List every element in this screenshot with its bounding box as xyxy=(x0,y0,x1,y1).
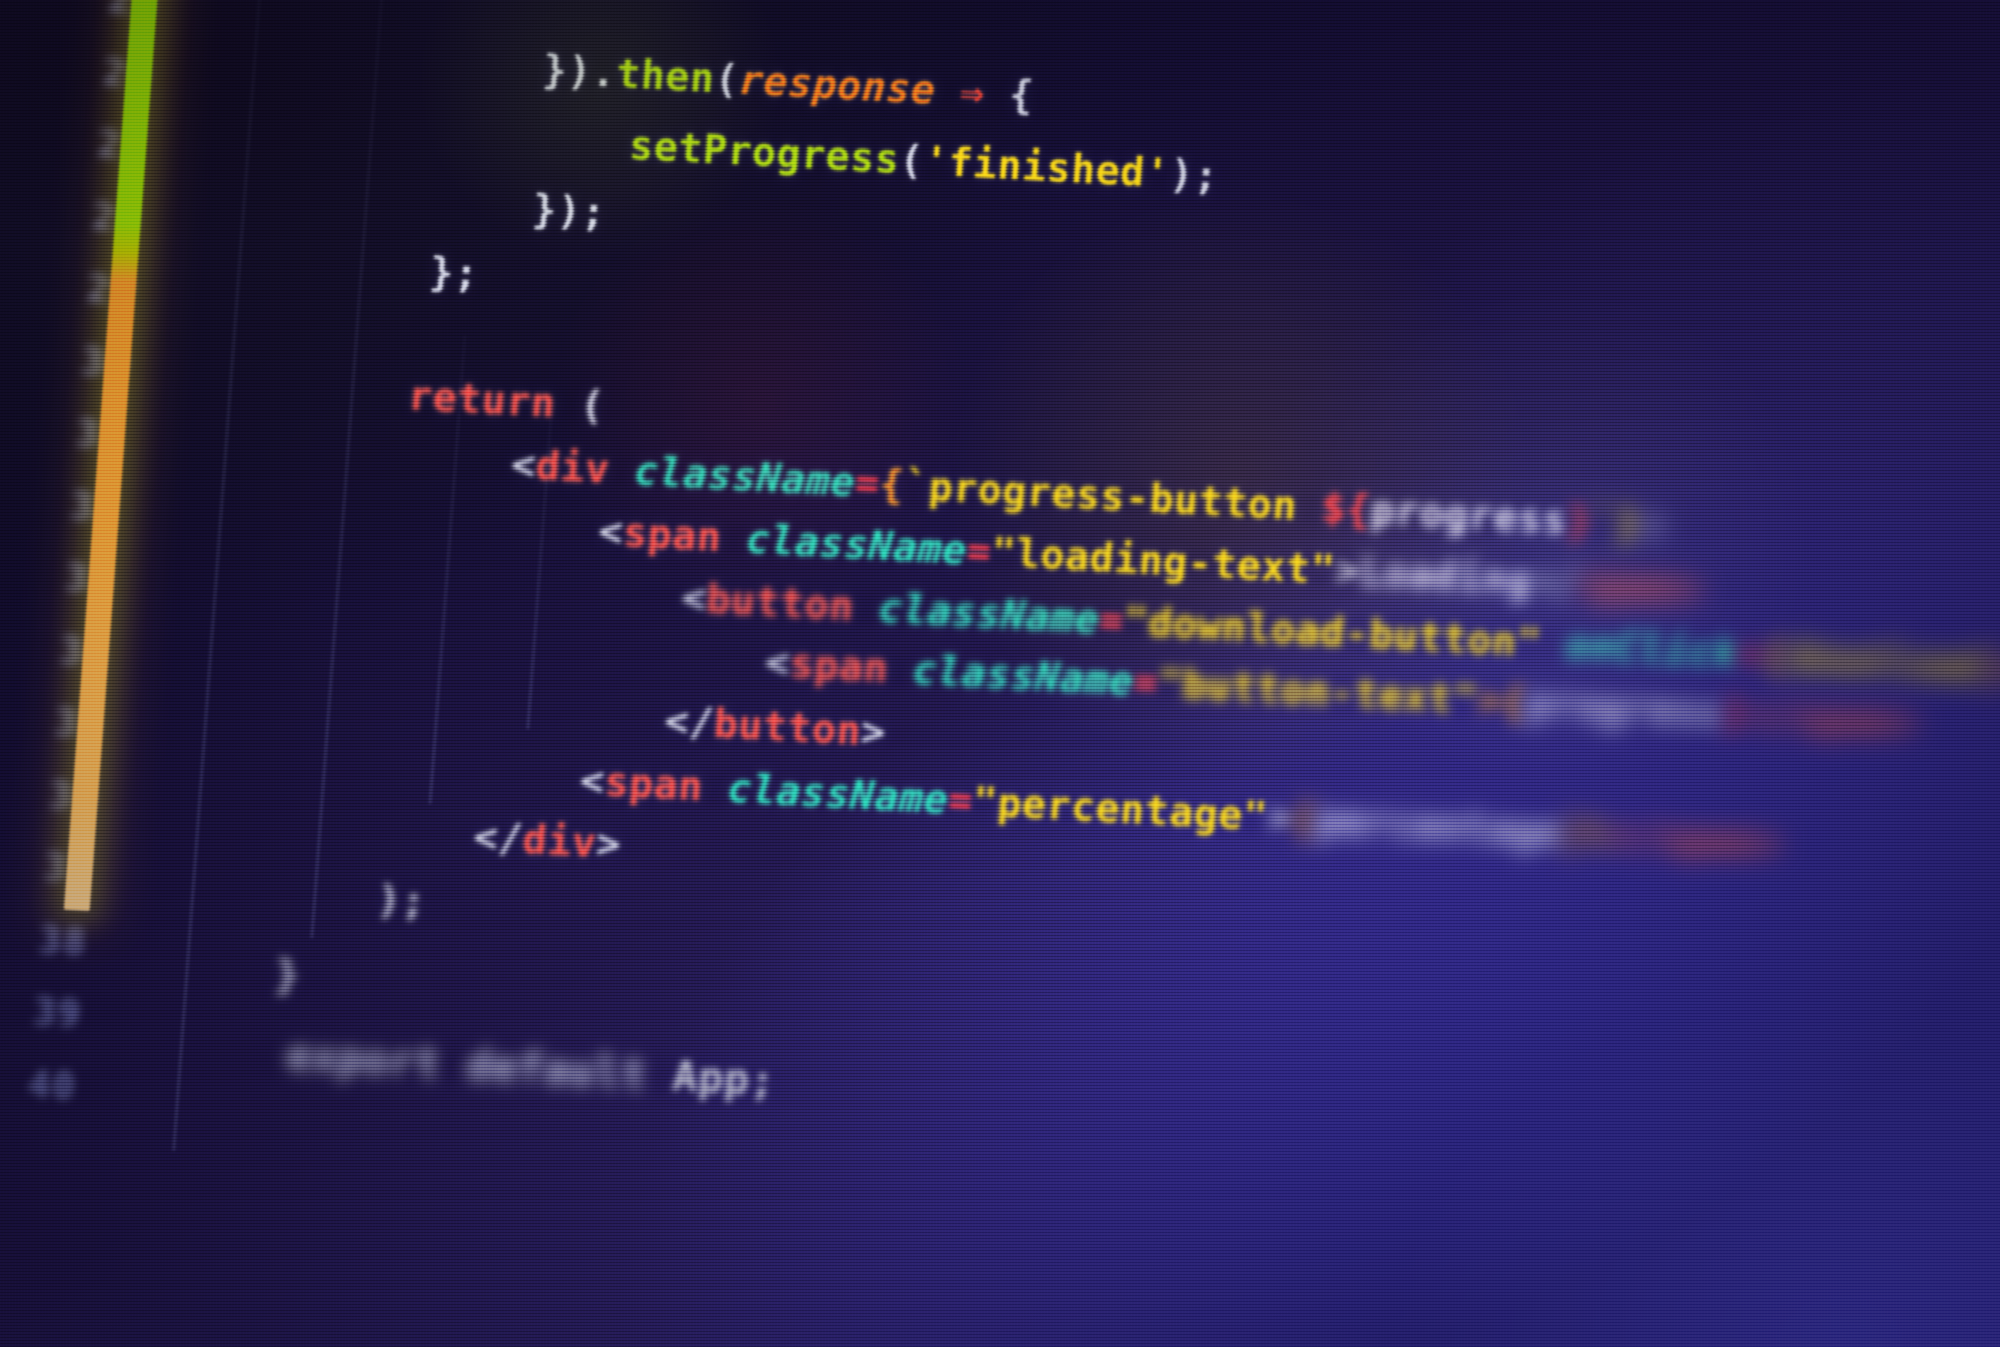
token-paren: ( xyxy=(897,137,926,185)
token-equals: = xyxy=(946,777,975,825)
token-close-lt: </ xyxy=(471,814,525,864)
token-close-return: ); xyxy=(375,877,428,926)
token-gt: > xyxy=(594,821,623,869)
line-number: 40 xyxy=(26,1062,79,1109)
token-close-fn: }; xyxy=(427,249,481,298)
token-paren-close: ) xyxy=(1167,151,1196,199)
token-semicolon: ; xyxy=(1192,152,1221,201)
token-string-percentage: "percentage" xyxy=(971,779,1270,841)
code-editor-plane: 25 26 27 28 29 30 31 32 33 34 35 36 37 3… xyxy=(0,0,2000,1347)
token-close-tag-span: </span> xyxy=(1609,813,1785,869)
token-close-brace-gt: }> xyxy=(1981,644,2000,694)
token-app-identifier: App xyxy=(670,1051,752,1105)
code-line-41[interactable]: export default App; xyxy=(126,974,781,1155)
token-semicolon: ; xyxy=(747,1055,778,1106)
monitor-screen: 25 26 27 28 29 30 31 32 33 34 35 36 37 3… xyxy=(0,0,2000,1347)
token-attr-classname: className xyxy=(725,765,951,824)
token-gt-brace: >{ xyxy=(1475,677,1529,727)
token-close-tag-div: div xyxy=(521,817,599,867)
line-number: 38 xyxy=(37,918,90,964)
token-setprogress: setProgress xyxy=(627,122,902,184)
token-var-progress: progress xyxy=(1524,680,1725,737)
token-close-brace-pct: }% xyxy=(1560,810,1613,859)
token-close-call: }); xyxy=(530,186,608,237)
token-var-percentage: percentage xyxy=(1314,797,1564,857)
token-string-button-text: "button-text" xyxy=(1156,660,1479,724)
token-open-brace: { xyxy=(1290,796,1319,844)
token-equals: = xyxy=(1131,659,1160,707)
token-export-default: export default xyxy=(284,1030,675,1101)
line-number: 39 xyxy=(31,990,84,1036)
token-attr-classname: className xyxy=(910,647,1136,706)
token-close-tag-span: </span> xyxy=(1745,692,1921,748)
token-close-brace: } xyxy=(1721,690,1750,739)
token-string-finished: 'finished' xyxy=(922,138,1172,198)
